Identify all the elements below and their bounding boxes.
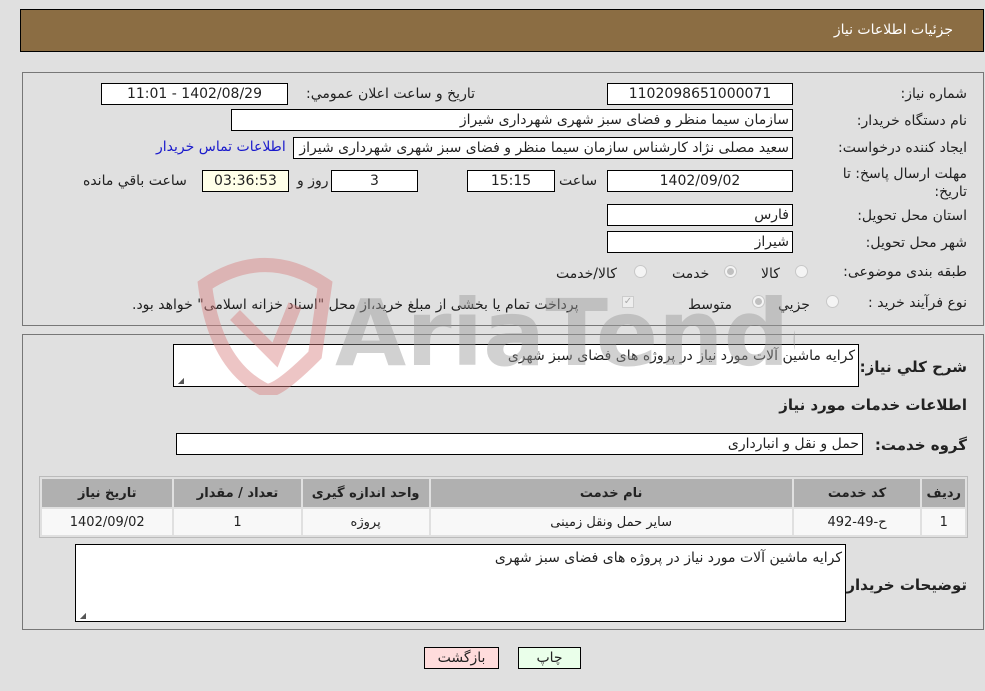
time-remaining-label: ساعت باقي مانده [83, 173, 187, 189]
table-header-row: ردیف کد خدمت نام خدمت واحد اندازه گیری ت… [42, 479, 965, 507]
purchase-radio-minor[interactable] [826, 295, 839, 308]
service-group-field[interactable]: حمل و نقل و انبارداری [176, 433, 863, 455]
summary-textarea[interactable]: کرایه ماشین آلات مورد نیاز در پروژه های … [173, 344, 859, 387]
col-header-service-code: کد خدمت [793, 479, 921, 507]
city-label: شهر محل تحویل: [865, 235, 967, 251]
back-button[interactable]: بازگشت [424, 647, 499, 669]
deadline-label: مهلت ارسال پاسخ: تا تاریخ: [842, 166, 967, 200]
buyer-org-field[interactable]: سازمان سیما منظر و فضای سبز شهری شهرداری… [231, 109, 793, 131]
treasury-note: پرداخت تمام یا بخشی از مبلغ خرید،از محل … [132, 297, 579, 313]
category-label: طبقه بندی موضوعی: [843, 264, 967, 280]
category-option-service: خدمت [672, 266, 710, 282]
col-header-need-date: تاریخ نیاز [42, 479, 173, 507]
treasury-checkbox[interactable]: ✓ [622, 296, 634, 308]
requester-field[interactable]: سعید مصلی نژاد کارشناس سازمان سیما منظر … [293, 137, 793, 159]
category-radio-service[interactable] [724, 265, 737, 278]
buyer-org-label: نام دستگاه خریدار: [856, 113, 967, 129]
category-radio-goods-service[interactable] [634, 265, 647, 278]
province-label: استان محل تحویل: [857, 208, 967, 224]
province-field[interactable]: فارس [607, 204, 793, 226]
table-row: 1 ح-49-492 سایر حمل ونقل زمینی پروژه 1 1… [42, 509, 965, 535]
purchase-radio-medium[interactable] [752, 295, 765, 308]
deadline-time-label: ساعت [559, 173, 598, 189]
buyer-notes-textarea[interactable]: کرایه ماشین آلات مورد نیاز در پروژه های … [75, 544, 846, 622]
purchase-type-label: نوع فرآیند خرید : [868, 295, 967, 311]
services-table: ردیف کد خدمت نام خدمت واحد اندازه گیری ت… [39, 476, 968, 538]
cell-unit: پروژه [302, 509, 429, 535]
col-header-quantity: تعداد / مقدار [174, 479, 301, 507]
days-remaining-field[interactable]: 3 [331, 170, 418, 192]
services-section-title: اطلاعات خدمات مورد نیاز [779, 396, 967, 414]
deadline-date-field[interactable]: 1402/09/02 [607, 170, 793, 192]
col-header-row-number: ردیف [922, 479, 965, 507]
cell-service-name: سایر حمل ونقل زمینی [430, 509, 792, 535]
print-button[interactable]: چاپ [518, 647, 581, 669]
col-header-service-name: نام خدمت [430, 479, 792, 507]
purchase-option-minor: جزيي [778, 297, 810, 313]
category-option-goods: کالا [761, 266, 780, 282]
buyer-notes-label: توضیحات خریدار: [840, 576, 967, 594]
cell-need-date: 1402/09/02 [42, 509, 173, 535]
service-group-label: گروه خدمت: [874, 436, 967, 454]
resize-handle-icon[interactable]: ◢ [78, 612, 86, 620]
cell-service-code: ح-49-492 [793, 509, 921, 535]
cell-row-number: 1 [922, 509, 965, 535]
resize-handle-icon[interactable]: ◢ [176, 377, 184, 385]
summary-text: کرایه ماشین آلات مورد نیاز در پروژه های … [507, 348, 855, 364]
city-field[interactable]: شیراز [607, 231, 793, 253]
cell-quantity: 1 [174, 509, 301, 535]
buyer-notes-text: کرایه ماشین آلات مورد نیاز در پروژه های … [494, 550, 842, 566]
need-number-field[interactable]: 1102098651000071 [607, 83, 793, 105]
summary-label: شرح کلي نیاز: [859, 358, 967, 376]
deadline-time-field[interactable]: 15:15 [467, 170, 555, 192]
purchase-option-medium: متوسط [688, 297, 732, 313]
page-header: جزئیات اطلاعات نیاز [20, 9, 984, 52]
announce-datetime-field[interactable]: 1402/08/29 - 11:01 [101, 83, 288, 105]
category-radio-goods[interactable] [795, 265, 808, 278]
days-label: روز و [297, 173, 329, 189]
col-header-unit: واحد اندازه گیری [302, 479, 429, 507]
requester-label: ایجاد کننده درخواست: [838, 140, 967, 156]
buyer-contact-link[interactable]: اطلاعات تماس خریدار [156, 139, 286, 155]
need-number-label: شماره نیاز: [900, 86, 968, 102]
time-remaining-field[interactable]: 03:36:53 [202, 170, 289, 192]
announce-datetime-label: تاریخ و ساعت اعلان عمومي: [306, 86, 475, 102]
page-title: جزئیات اطلاعات نیاز [833, 22, 953, 38]
category-option-goods-service: کالا/خدمت [556, 266, 617, 282]
